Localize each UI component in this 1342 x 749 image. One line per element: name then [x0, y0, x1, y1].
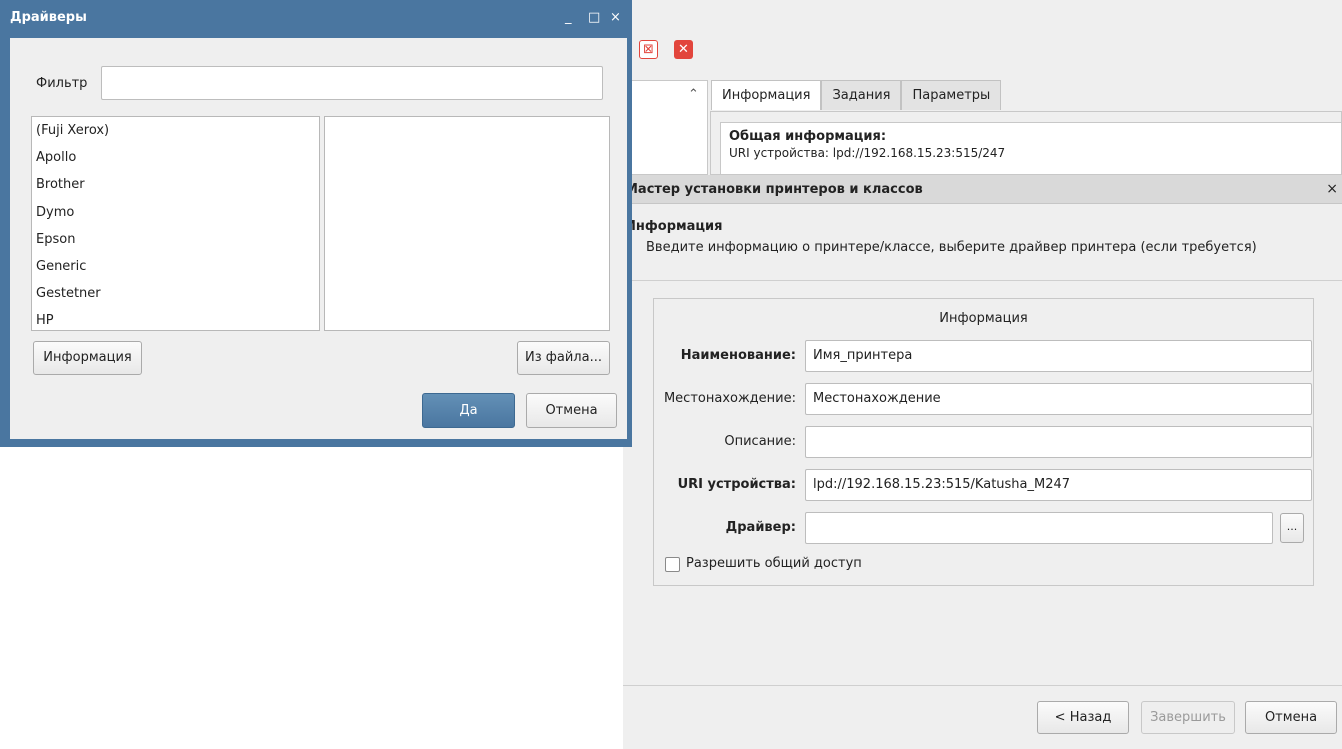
list-item[interactable]: Dymo [32, 199, 319, 226]
description-field[interactable] [805, 426, 1312, 458]
footer-divider [623, 685, 1342, 686]
printer-wizard-dialog: Мастер установки принтеров и классов × И… [623, 175, 1342, 749]
ok-button[interactable]: Да [422, 393, 515, 428]
vendor-list[interactable]: (Fuji Xerox) Apollo Brother Dymo Epson G… [31, 116, 331, 334]
filter-label: Фильтр [36, 76, 88, 91]
list-item[interactable]: HP [32, 307, 319, 334]
back-button[interactable]: < Назад [1037, 701, 1129, 734]
general-info-heading: Общая информация: [729, 129, 887, 144]
model-list[interactable] [324, 116, 610, 331]
from-file-button[interactable]: Из файла... [517, 341, 610, 375]
finish-button[interactable]: Завершить [1141, 701, 1235, 734]
close-icon[interactable]: × [610, 10, 621, 25]
driver-field[interactable] [805, 512, 1273, 544]
location-label: Местонахождение: [663, 391, 796, 406]
tab-bar: Информация Задания Параметры [711, 80, 1002, 110]
information-group: Информация Наименование: Имя_принтера Ме… [653, 298, 1314, 586]
drivers-dialog: Драйверы _ □ × Фильтр (Fuji Xerox) Apoll… [0, 0, 632, 447]
name-field[interactable]: Имя_принтера [805, 340, 1312, 372]
chevron-up-icon[interactable]: ⌃ [688, 87, 699, 102]
driver-label: Драйвер: [725, 520, 796, 535]
list-item[interactable]: Generic [32, 253, 319, 280]
tab-jobs[interactable]: Задания [821, 80, 902, 110]
close-icon[interactable]: × [1326, 175, 1338, 204]
drivers-title: Драйверы [10, 10, 87, 25]
tab-information[interactable]: Информация [711, 80, 822, 110]
group-title: Информация [939, 311, 1028, 326]
description-label: Описание: [724, 434, 796, 449]
list-item[interactable]: (Fuji Xerox) [32, 117, 319, 144]
general-info-box: Общая информация: URI устройства: lpd://… [720, 122, 1342, 175]
list-item[interactable]: Brother [32, 171, 319, 198]
wizard-title: Мастер установки принтеров и классов [623, 175, 1342, 204]
list-item[interactable]: Epson [32, 226, 319, 253]
share-checkbox[interactable] [665, 557, 680, 572]
location-field[interactable]: Местонахождение [805, 383, 1312, 415]
cancel-button[interactable]: Отмена [526, 393, 617, 428]
delete-printer-icon[interactable]: ✕ [674, 40, 693, 59]
list-item[interactable]: Gestetner [32, 280, 319, 307]
share-label: Разрешить общий доступ [686, 556, 862, 571]
list-item[interactable]: Apollo [32, 144, 319, 171]
filter-input[interactable] [101, 66, 603, 100]
name-label: Наименование: [680, 348, 796, 363]
divider [623, 280, 1342, 281]
general-info-uri: URI устройства: lpd://192.168.15.23:515/… [729, 146, 1006, 160]
info-button[interactable]: Информация [33, 341, 142, 375]
printer-list-panel: ⌃ [630, 80, 708, 175]
drivers-body: Фильтр (Fuji Xerox) Apollo Brother Dymo … [10, 38, 627, 439]
section-title: Информация [625, 219, 723, 234]
minimize-icon[interactable]: _ [565, 10, 572, 25]
uri-label: URI устройства: [677, 477, 796, 492]
tab-parameters[interactable]: Параметры [901, 80, 1002, 110]
section-description: Введите информацию о принтере/классе, вы… [646, 240, 1257, 255]
cancel-job-icon[interactable]: ⊠ [639, 40, 658, 59]
browse-driver-button[interactable]: ... [1280, 513, 1304, 543]
cancel-button[interactable]: Отмена [1245, 701, 1337, 734]
uri-field[interactable]: lpd://192.168.15.23:515/Katusha_M247 [805, 469, 1312, 501]
maximize-icon[interactable]: □ [588, 10, 600, 25]
